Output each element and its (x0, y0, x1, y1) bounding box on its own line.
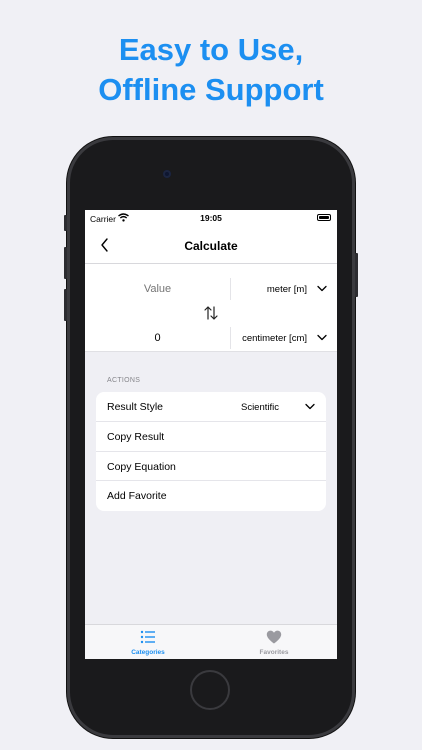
volume-down-button (64, 289, 67, 321)
phone-frame: Carrier 19:05 Calculate meter [m] (64, 137, 358, 738)
chevron-down-icon (305, 403, 315, 410)
to-unit-select[interactable]: centimeter [cm] (231, 327, 337, 349)
from-unit-label: meter [m] (266, 284, 307, 295)
front-camera (163, 170, 171, 178)
chevron-down-icon (317, 334, 327, 341)
app-screen: Carrier 19:05 Calculate meter [m] (85, 210, 337, 659)
navigation-bar: Calculate (85, 228, 337, 264)
list-icon (140, 630, 155, 644)
converter-panel: meter [m] 0 centimeter [cm] (85, 264, 337, 352)
result-style-label: Result Style (107, 401, 164, 413)
to-unit-label: centimeter [cm] (242, 333, 307, 344)
heart-icon (266, 630, 282, 644)
status-time: 19:05 (200, 213, 222, 223)
actions-list: Result Style Scientific Copy Result Copy… (96, 392, 326, 511)
tab-categories[interactable]: Categories (85, 625, 211, 659)
copy-result-label: Copy Result (107, 430, 165, 443)
volume-up-button (64, 247, 67, 279)
result-value: 0 (154, 332, 161, 344)
result-style-row[interactable]: Result Style Scientific (96, 392, 326, 422)
tab-favorites[interactable]: Favorites (211, 625, 337, 659)
tab-favorites-label: Favorites (259, 649, 289, 656)
home-button (190, 670, 230, 710)
copy-equation-label: Copy Equation (107, 460, 176, 473)
from-unit-select[interactable]: meter [m] (231, 278, 337, 300)
swap-arrows-icon[interactable] (203, 306, 219, 320)
power-button (355, 253, 358, 297)
actions-section-header: ACTIONS (107, 377, 141, 384)
value-input[interactable] (85, 283, 230, 295)
promo-headline-line1: Easy to Use, (118, 32, 304, 67)
status-bar: Carrier 19:05 (85, 210, 337, 228)
page-title: Calculate (184, 239, 238, 253)
copy-result-row[interactable]: Copy Result (96, 422, 326, 452)
copy-equation-row[interactable]: Copy Equation (96, 452, 326, 482)
chevron-down-icon (317, 285, 327, 292)
add-favorite-row[interactable]: Add Favorite (96, 481, 326, 511)
promo-headline-line2: Offline Support (98, 72, 324, 107)
tab-categories-label: Categories (131, 649, 165, 656)
add-favorite-label: Add Favorite (107, 490, 167, 503)
mute-switch (64, 215, 67, 231)
promo-headline: Easy to Use, Offline Support (0, 30, 422, 110)
battery-icon (317, 214, 331, 221)
result-style-value: Scientific (240, 402, 279, 413)
tab-bar: Categories Favorites (85, 624, 337, 659)
